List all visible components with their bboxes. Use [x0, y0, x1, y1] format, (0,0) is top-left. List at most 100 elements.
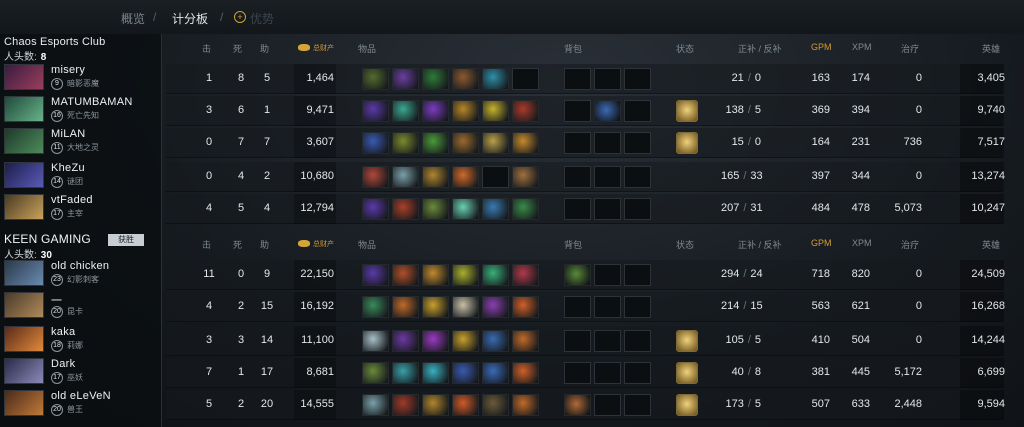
item-slot[interactable]: [452, 330, 479, 352]
backpack-slot[interactable]: [594, 132, 621, 154]
item-slot[interactable]: [392, 330, 419, 352]
item-slot[interactable]: [392, 362, 419, 384]
item-slot[interactable]: [482, 264, 509, 286]
player-entry[interactable]: old chicken 23 幻影刺客: [4, 258, 160, 290]
player-entry[interactable]: vtFaded 17 主宰: [4, 192, 160, 224]
player-entry[interactable]: MATUMBAMAN 16 死亡先知: [4, 94, 160, 126]
neutral-item-icon[interactable]: [676, 394, 698, 416]
header-healing[interactable]: 治疗: [901, 238, 919, 251]
header-assists[interactable]: 助: [260, 238, 269, 251]
item-slot[interactable]: [512, 198, 539, 220]
backpack-slot[interactable]: [624, 166, 651, 188]
backpack-slot[interactable]: [594, 330, 621, 352]
item-slot[interactable]: [392, 394, 419, 416]
header-items[interactable]: 物品: [358, 238, 376, 251]
item-slot[interactable]: [362, 68, 389, 90]
header-hero-damage[interactable]: 英雄: [982, 238, 1000, 251]
item-slot[interactable]: [392, 132, 419, 154]
header-hero-damage[interactable]: 英雄: [982, 42, 1000, 55]
header-kills[interactable]: 击: [202, 42, 211, 55]
backpack-slot[interactable]: [624, 330, 651, 352]
item-slot[interactable]: [392, 68, 419, 90]
backpack-slot[interactable]: [564, 264, 591, 286]
item-slot[interactable]: [482, 296, 509, 318]
header-gpm[interactable]: GPM: [811, 42, 832, 52]
item-slot[interactable]: [362, 198, 389, 220]
backpack-slot[interactable]: [594, 166, 621, 188]
backpack-slot[interactable]: [564, 198, 591, 220]
backpack-slot[interactable]: [564, 68, 591, 90]
item-slot[interactable]: [512, 100, 539, 122]
neutral-item-icon[interactable]: [676, 132, 698, 154]
neutral-item-icon[interactable]: [676, 362, 698, 384]
item-slot[interactable]: [512, 296, 539, 318]
backpack-slot[interactable]: [624, 132, 651, 154]
item-slot[interactable]: [422, 100, 449, 122]
item-slot[interactable]: [482, 132, 509, 154]
item-slot[interactable]: [422, 330, 449, 352]
item-slot[interactable]: [452, 362, 479, 384]
header-deaths[interactable]: 死: [233, 238, 242, 251]
player-name[interactable]: vtFaded: [51, 194, 93, 206]
player-entry[interactable]: Dark 17 巫妖: [4, 356, 160, 388]
item-slot[interactable]: [512, 362, 539, 384]
player-name[interactable]: KheZu: [51, 162, 85, 174]
advantage-icon[interactable]: +: [234, 11, 246, 23]
item-slot[interactable]: [362, 330, 389, 352]
item-slot[interactable]: [422, 394, 449, 416]
item-slot[interactable]: [422, 296, 449, 318]
backpack-slot[interactable]: [564, 132, 591, 154]
player-entry[interactable]: 一 20 昆卡: [4, 290, 160, 322]
header-assists[interactable]: 助: [260, 42, 269, 55]
item-slot[interactable]: [512, 68, 539, 90]
item-slot[interactable]: [422, 198, 449, 220]
header-xpm[interactable]: XPM: [852, 42, 872, 52]
backpack-slot[interactable]: [624, 198, 651, 220]
header-xpm[interactable]: XPM: [852, 238, 872, 248]
backpack-slot[interactable]: [564, 166, 591, 188]
item-slot[interactable]: [482, 394, 509, 416]
header-kills[interactable]: 击: [202, 238, 211, 251]
backpack-slot[interactable]: [564, 394, 591, 416]
item-slot[interactable]: [452, 100, 479, 122]
item-slot[interactable]: [422, 362, 449, 384]
backpack-slot[interactable]: [564, 330, 591, 352]
backpack-slot[interactable]: [624, 100, 651, 122]
item-slot[interactable]: [512, 166, 539, 188]
header-status[interactable]: 状态: [676, 238, 694, 251]
header-deaths[interactable]: 死: [233, 42, 242, 55]
backpack-slot[interactable]: [564, 296, 591, 318]
backpack-slot[interactable]: [624, 394, 651, 416]
player-entry[interactable]: MiLAN 11 大地之灵: [4, 126, 160, 158]
item-slot[interactable]: [392, 296, 419, 318]
item-slot[interactable]: [452, 198, 479, 220]
backpack-slot[interactable]: [594, 68, 621, 90]
item-slot[interactable]: [452, 68, 479, 90]
item-slot[interactable]: [452, 394, 479, 416]
backpack-slot[interactable]: [624, 362, 651, 384]
player-entry[interactable]: kaka 18 莉娜: [4, 324, 160, 356]
backpack-slot[interactable]: [594, 394, 621, 416]
item-slot[interactable]: [362, 394, 389, 416]
item-slot[interactable]: [392, 264, 419, 286]
item-slot[interactable]: [422, 132, 449, 154]
item-slot[interactable]: [422, 264, 449, 286]
item-slot[interactable]: [512, 394, 539, 416]
item-slot[interactable]: [452, 166, 479, 188]
item-slot[interactable]: [512, 132, 539, 154]
item-slot[interactable]: [482, 330, 509, 352]
player-name[interactable]: misery: [51, 64, 85, 76]
item-slot[interactable]: [362, 166, 389, 188]
neutral-item-icon[interactable]: [676, 330, 698, 352]
backpack-slot[interactable]: [624, 68, 651, 90]
player-name[interactable]: old eLeVeN: [51, 390, 111, 402]
player-name[interactable]: MATUMBAMAN: [51, 96, 133, 108]
header-backpack[interactable]: 背包: [564, 42, 582, 55]
backpack-slot[interactable]: [624, 296, 651, 318]
header-status[interactable]: 状态: [676, 42, 694, 55]
player-entry[interactable]: KheZu 14 谜团: [4, 160, 160, 192]
item-slot[interactable]: [362, 362, 389, 384]
item-slot[interactable]: [452, 132, 479, 154]
header-lasthits-denies[interactable]: 正补 / 反补: [738, 42, 782, 55]
item-slot[interactable]: [422, 166, 449, 188]
